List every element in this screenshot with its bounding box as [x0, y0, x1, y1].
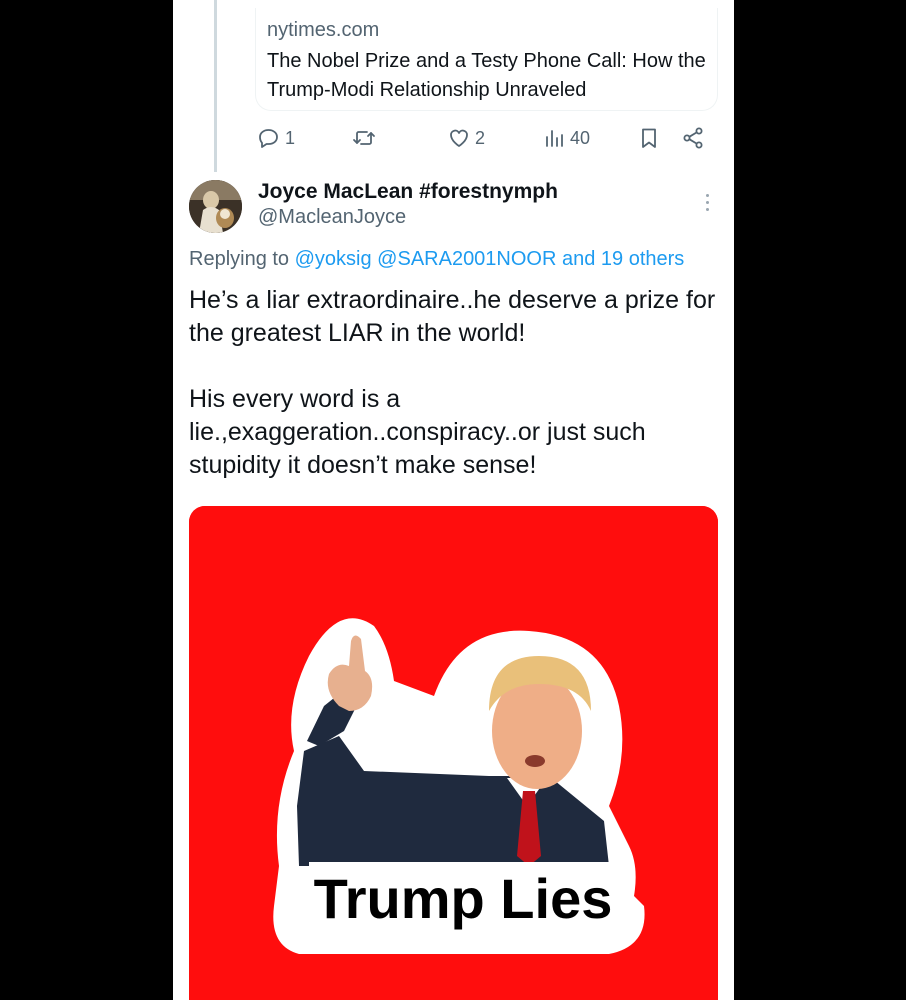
- views-chart-icon: [546, 130, 563, 147]
- view-count: 40: [570, 127, 591, 148]
- thread-connector-line: [214, 0, 217, 172]
- replying-to-mentions[interactable]: @yoksig @SARA2001NOOR and 19 others: [295, 248, 685, 270]
- display-name[interactable]: Joyce MacLean #forestnymph: [258, 180, 558, 204]
- like-button[interactable]: 2: [447, 120, 485, 156]
- bookmark-button[interactable]: [637, 120, 661, 156]
- views-button[interactable]: 40: [542, 120, 590, 156]
- link-preview-card[interactable]: nytimes.com The Nobel Prize and a Testy …: [255, 8, 718, 111]
- link-title: The Nobel Prize and a Testy Phone Call: …: [267, 50, 706, 101]
- tweet-media-image[interactable]: Trump Lies: [189, 506, 718, 1000]
- more-dots-icon: [705, 193, 709, 197]
- reply-button[interactable]: 1: [257, 120, 295, 156]
- share-icon: [683, 127, 703, 149]
- heart-icon: [450, 129, 468, 147]
- reply-icon: [259, 129, 278, 148]
- like-count: 2: [475, 127, 486, 148]
- replying-to-line: Replying to @yoksig @SARA2001NOOR and 19…: [189, 248, 684, 271]
- bookmark-icon: [642, 128, 656, 148]
- retweet-button[interactable]: [352, 120, 380, 156]
- more-dots-icon-dot: [705, 200, 709, 204]
- share-button[interactable]: [681, 120, 705, 156]
- reply-count: 1: [285, 127, 296, 148]
- retweet-icon: [353, 131, 375, 145]
- link-domain: nytimes.com: [267, 19, 380, 41]
- trump-sticker-illustration: Trump Lies: [189, 506, 718, 1000]
- more-options-button[interactable]: [695, 188, 719, 216]
- tweet-paragraph-1: He’s a liar extraordinaire..he deserve a…: [189, 286, 716, 347]
- tweet-action-bar: 1 2 40: [255, 120, 725, 156]
- tweet-text: He’s a liar extraordinaire..he deserve a…: [189, 284, 719, 482]
- replying-prefix: Replying to: [189, 248, 290, 270]
- tweet-paragraph-2: His every word is a lie.,exaggeration..c…: [189, 385, 646, 479]
- avatar-photo: [189, 180, 242, 233]
- avatar[interactable]: [189, 180, 242, 233]
- more-dots-icon-dot: [705, 207, 709, 211]
- tweet-thread-screen: nytimes.com The Nobel Prize and a Testy …: [173, 0, 734, 1000]
- media-caption: Trump Lies: [314, 867, 613, 930]
- user-handle[interactable]: @MacleanJoyce: [258, 206, 406, 229]
